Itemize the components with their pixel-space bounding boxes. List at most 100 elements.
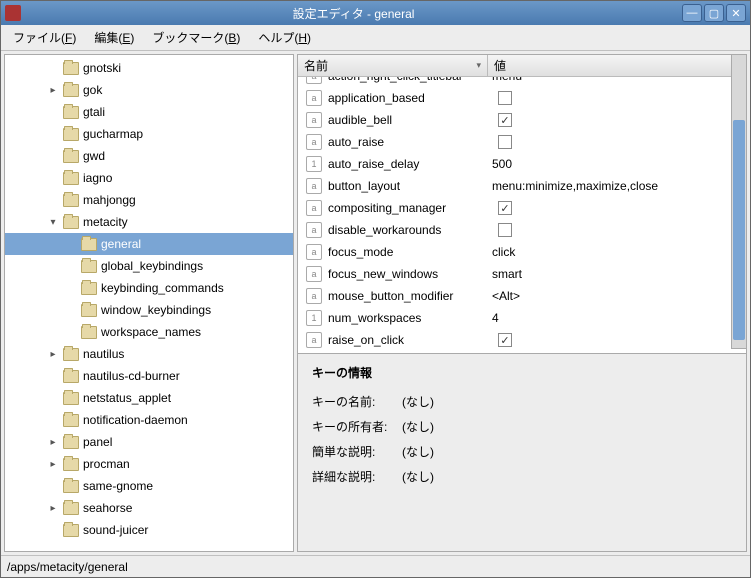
key-name: application_based bbox=[328, 91, 486, 105]
key-type-icon: a bbox=[306, 266, 322, 282]
key-value[interactable]: click bbox=[486, 245, 746, 259]
key-row-application_based[interactable]: aapplication_based bbox=[298, 87, 746, 109]
key-value[interactable] bbox=[486, 201, 746, 215]
tree-item-gwd[interactable]: gwd bbox=[5, 145, 293, 167]
checkbox[interactable] bbox=[498, 135, 512, 149]
checkbox[interactable] bbox=[498, 223, 512, 237]
key-rows[interactable]: aaction_right_click_titlebarmenuaapplica… bbox=[298, 77, 746, 353]
tree[interactable]: gnotski ▸gokgtali gucharmap gwd iagno mahjong… bbox=[5, 55, 293, 551]
tree-item-nautilus[interactable]: ▸nautilus bbox=[5, 343, 293, 365]
key-name: focus_new_windows bbox=[328, 267, 486, 281]
key-row-disable_workarounds[interactable]: adisable_workarounds bbox=[298, 219, 746, 241]
tree-item-label: gnotski bbox=[83, 61, 121, 75]
key-value[interactable]: smart bbox=[486, 267, 746, 281]
menu-help[interactable]: ヘルプ(H) bbox=[252, 27, 317, 48]
key-list: 名前 ▾ 値 aaction_right_click_titlebarmenua… bbox=[297, 54, 747, 354]
tree-item-seahorse[interactable]: ▸seahorse bbox=[5, 497, 293, 519]
key-row-focus_new_windows[interactable]: a focus_new_windowssmart bbox=[298, 263, 746, 285]
tree-item-workspace_names[interactable]: workspace_names bbox=[5, 321, 293, 343]
key-value[interactable]: 4 bbox=[486, 311, 746, 325]
tree-item-panel[interactable]: ▸panel bbox=[5, 431, 293, 453]
folder-icon bbox=[63, 194, 79, 207]
titlebar[interactable]: 設定エディタ - general — ▢ ✕ bbox=[1, 1, 750, 25]
header-name[interactable]: 名前 ▾ bbox=[298, 55, 488, 76]
tree-item-label: iagno bbox=[83, 171, 112, 185]
info-value: (なし) bbox=[402, 418, 434, 435]
tree-item-global_keybindings[interactable]: global_keybindings bbox=[5, 255, 293, 277]
header-value[interactable]: 値 bbox=[488, 55, 746, 76]
key-name: mouse_button_modifier bbox=[328, 289, 486, 303]
tree-item-general[interactable]: general bbox=[5, 233, 293, 255]
tree-item-label: keybinding_commands bbox=[101, 281, 224, 295]
key-row-button_layout[interactable]: abutton_layoutmenu:minimize,maximize,clo… bbox=[298, 175, 746, 197]
folder-icon bbox=[63, 128, 79, 141]
key-value[interactable]: <Alt> bbox=[486, 289, 746, 303]
tree-item-sound-juicer[interactable]: sound-juicer bbox=[5, 519, 293, 541]
tree-item-label: procman bbox=[83, 457, 130, 471]
expander-icon[interactable]: ▸ bbox=[47, 349, 59, 360]
tree-item-mahjongg[interactable]: mahjongg bbox=[5, 189, 293, 211]
maximize-button[interactable]: ▢ bbox=[704, 4, 724, 22]
key-row-auto_raise[interactable]: aauto_raise bbox=[298, 131, 746, 153]
menu-edit[interactable]: 編集(E) bbox=[88, 27, 140, 48]
key-value[interactable] bbox=[486, 91, 746, 105]
info-row: 簡単な説明:(なし) bbox=[312, 443, 732, 460]
key-type-icon: a bbox=[306, 288, 322, 304]
menu-file[interactable]: ファイル(F) bbox=[7, 27, 82, 48]
tree-item-procman[interactable]: ▸ procman bbox=[5, 453, 293, 475]
key-value[interactable] bbox=[486, 333, 746, 347]
key-row-action_right_click_titlebar[interactable]: aaction_right_click_titlebarmenu bbox=[298, 77, 746, 87]
scrollbar[interactable] bbox=[731, 54, 747, 349]
tree-item-metacity[interactable]: ▾metacity bbox=[5, 211, 293, 233]
key-row-compositing_manager[interactable]: acompositing_manager bbox=[298, 197, 746, 219]
key-row-mouse_button_modifier[interactable]: a mouse_button_modifier<Alt> bbox=[298, 285, 746, 307]
key-value[interactable]: 500 bbox=[486, 157, 746, 171]
tree-item-netstatus_applet[interactable]: netstatus_applet bbox=[5, 387, 293, 409]
tree-item-keybinding_commands[interactable]: keybinding_commands bbox=[5, 277, 293, 299]
expander-icon[interactable]: ▸ bbox=[47, 503, 59, 514]
key-value[interactable]: menu bbox=[486, 77, 746, 83]
tree-item-iagno[interactable]: iagno bbox=[5, 167, 293, 189]
expander-icon[interactable]: ▾ bbox=[47, 217, 59, 228]
key-value[interactable] bbox=[486, 113, 746, 127]
key-value[interactable] bbox=[486, 223, 746, 237]
key-row-num_workspaces[interactable]: 1num_workspaces4 bbox=[298, 307, 746, 329]
tree-item-gok[interactable]: ▸gok bbox=[5, 79, 293, 101]
tree-item-nautilus-cd-burner[interactable]: nautilus-cd-burner bbox=[5, 365, 293, 387]
expander-icon[interactable]: ▸ bbox=[47, 437, 59, 448]
menu-bookmarks[interactable]: ブックマーク(B) bbox=[146, 27, 246, 48]
tree-item-window_keybindings[interactable]: window_keybindings bbox=[5, 299, 293, 321]
key-name: focus_mode bbox=[328, 245, 486, 259]
key-name: compositing_manager bbox=[328, 201, 486, 215]
key-row-focus_mode[interactable]: afocus_modeclick bbox=[298, 241, 746, 263]
scrollbar-thumb[interactable] bbox=[733, 120, 745, 340]
tree-item-label: mahjongg bbox=[83, 193, 136, 207]
tree-item-gtali[interactable]: gtali bbox=[5, 101, 293, 123]
tree-item-notification-daemon[interactable]: notification-daemon bbox=[5, 409, 293, 431]
key-type-icon: 1 bbox=[306, 156, 322, 172]
close-button[interactable]: ✕ bbox=[726, 4, 746, 22]
expander-icon[interactable]: ▸ bbox=[47, 85, 59, 96]
checkbox[interactable] bbox=[498, 91, 512, 105]
checkbox[interactable] bbox=[498, 333, 512, 347]
key-value[interactable]: menu:minimize,maximize,close bbox=[486, 179, 746, 193]
key-row-raise_on_click[interactable]: araise_on_click bbox=[298, 329, 746, 351]
tree-item-gucharmap[interactable]: gucharmap bbox=[5, 123, 293, 145]
tree-item-gnotski[interactable]: gnotski bbox=[5, 57, 293, 79]
minimize-button[interactable]: — bbox=[682, 4, 702, 22]
key-type-icon: a bbox=[306, 178, 322, 194]
expander-icon[interactable]: ▸ bbox=[47, 459, 59, 470]
tree-item-label: window_keybindings bbox=[101, 303, 211, 317]
key-value[interactable] bbox=[486, 135, 746, 149]
key-row-audible_bell[interactable]: aaudible_bell bbox=[298, 109, 746, 131]
key-row-auto_raise_delay[interactable]: 1auto_raise_delay500 bbox=[298, 153, 746, 175]
info-row: キーの所有者:(なし) bbox=[312, 418, 732, 435]
tree-item-label: nautilus-cd-burner bbox=[83, 369, 180, 383]
tree-item-same-gnome[interactable]: same-gnome bbox=[5, 475, 293, 497]
tree-item-label: gucharmap bbox=[83, 127, 143, 141]
info-value: (なし) bbox=[402, 468, 434, 485]
checkbox[interactable] bbox=[498, 113, 512, 127]
tree-item-label: notification-daemon bbox=[83, 413, 188, 427]
tree-item-label: gwd bbox=[83, 149, 105, 163]
checkbox[interactable] bbox=[498, 201, 512, 215]
